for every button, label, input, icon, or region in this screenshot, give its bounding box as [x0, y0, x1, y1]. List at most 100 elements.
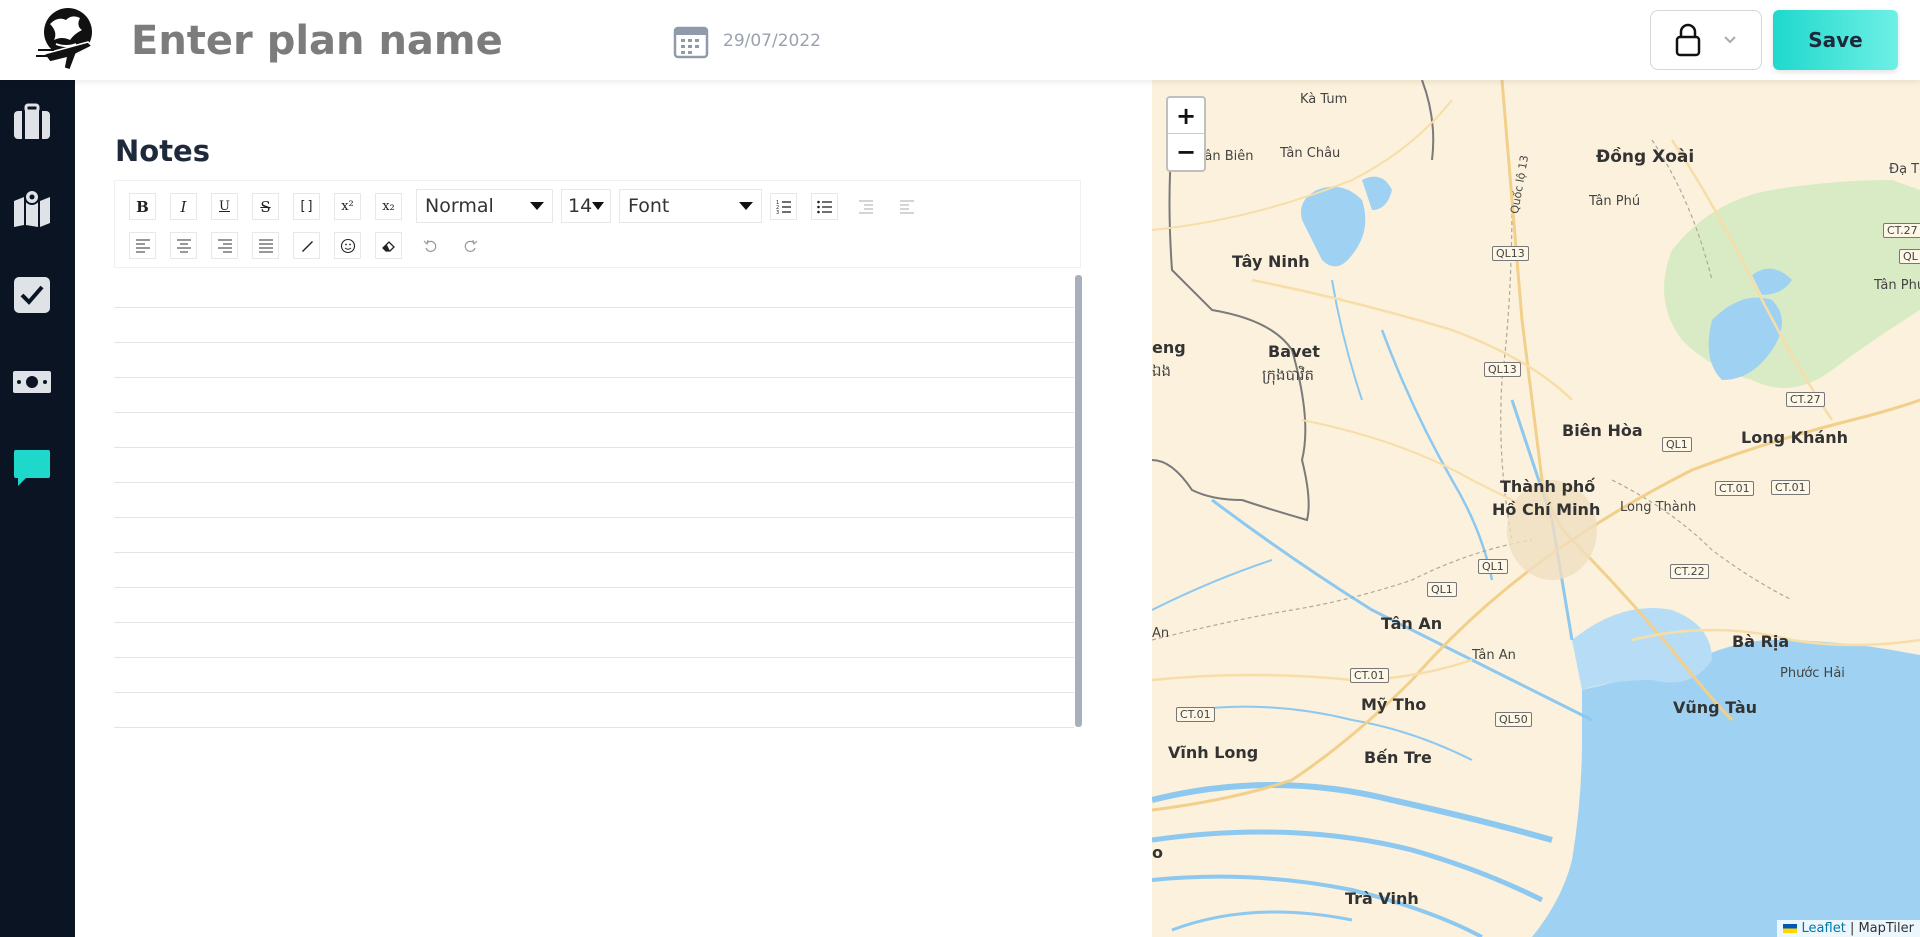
map-label: Biên Hòa [1562, 421, 1643, 440]
date-picker[interactable]: 29/07/2022 [673, 22, 821, 60]
undo-icon[interactable] [416, 232, 443, 259]
map[interactable]: + − Kà Tum Đồng Xoài Đạ Tẻ Tân Biên Tân … [1152, 80, 1920, 937]
save-button[interactable]: Save [1773, 10, 1898, 70]
privacy-dropdown[interactable] [1650, 10, 1762, 70]
map-label: Bà Rịa [1732, 632, 1790, 651]
attribution-text: | MapTiler [1849, 921, 1914, 936]
ruled-line [114, 622, 1074, 623]
editor-toolbar: B I U S [] x² x₂ Normal 14 Font 123 [114, 180, 1081, 268]
emoji-icon[interactable] [334, 232, 361, 259]
ruled-line [114, 377, 1074, 378]
sidebar-item-notes[interactable] [10, 446, 54, 490]
heading-select-value: Normal [425, 195, 494, 217]
svg-text:3: 3 [776, 210, 779, 214]
map-label: Tây Ninh [1232, 252, 1310, 271]
underline-icon[interactable]: U [211, 193, 238, 220]
code-icon[interactable]: [] [293, 193, 320, 220]
caret-down-icon [592, 202, 605, 210]
align-left-icon[interactable] [129, 232, 156, 259]
ruled-line [114, 447, 1074, 448]
sidebar-item-checklist[interactable] [10, 273, 54, 317]
map-label: Vũng Tàu [1673, 698, 1758, 717]
map-label: Tân An [1381, 614, 1443, 633]
map-label: Long Thành [1620, 500, 1697, 515]
sidebar [0, 80, 75, 937]
map-label: Đạ Tẻ [1889, 162, 1920, 177]
flag-icon [1783, 924, 1798, 933]
road-sign: CT.01 [1715, 481, 1754, 496]
map-label: ឯង [1152, 362, 1172, 380]
font-size-select[interactable]: 14 [561, 189, 611, 223]
ruled-line [114, 342, 1074, 343]
road-sign: CT.27 [1883, 223, 1920, 238]
notes-editor[interactable] [114, 273, 1081, 729]
map-label: Kà Tum [1300, 92, 1348, 107]
ruled-line [114, 412, 1074, 413]
map-label: o [1152, 843, 1163, 862]
map-label: An [1152, 626, 1170, 641]
unordered-list-icon[interactable] [811, 193, 838, 220]
strikethrough-icon[interactable]: S [252, 193, 279, 220]
map-attribution: Leaflet | MapTiler [1777, 920, 1920, 937]
align-center-icon[interactable] [170, 232, 197, 259]
lock-icon [1675, 23, 1701, 57]
checklist-icon [14, 277, 50, 313]
map-label: Bến Tre [1364, 748, 1432, 767]
outdent-icon[interactable] [852, 193, 879, 220]
bold-icon[interactable]: B [129, 193, 156, 220]
road-sign: QL [1899, 249, 1920, 264]
road-sign: QL13 [1492, 246, 1529, 261]
leaflet-link[interactable]: Leaflet [1802, 921, 1846, 936]
sidebar-item-budget[interactable] [10, 360, 54, 404]
caret-down-icon [739, 202, 753, 210]
redo-icon[interactable] [457, 232, 484, 259]
eraser-icon[interactable] [375, 232, 402, 259]
map-label: eng [1152, 338, 1186, 357]
top-bar: 29/07/2022 Save [0, 0, 1920, 80]
font-family-select-value: Font [628, 195, 670, 217]
globe-airplane-icon [36, 8, 94, 71]
plan-date: 29/07/2022 [723, 31, 821, 51]
road-sign: QL1 [1662, 437, 1692, 452]
ruled-line [114, 587, 1074, 588]
ruled-line [114, 517, 1074, 518]
italic-icon[interactable]: I [170, 193, 197, 220]
app-logo[interactable] [36, 4, 98, 74]
indent-icon[interactable] [893, 193, 920, 220]
sidebar-item-itinerary[interactable] [10, 100, 54, 144]
text-color-icon[interactable] [293, 232, 320, 259]
map-label: Vĩnh Long [1168, 743, 1259, 762]
ruled-line [114, 692, 1074, 693]
road-sign: QL50 [1495, 712, 1532, 727]
map-label: Đồng Xoài [1596, 147, 1695, 167]
plan-name-input[interactable] [131, 16, 631, 66]
align-justify-icon[interactable] [252, 232, 279, 259]
sidebar-item-map[interactable] [10, 186, 54, 230]
font-family-select[interactable]: Font [619, 189, 762, 223]
chat-icon [14, 450, 50, 486]
heading-select[interactable]: Normal [416, 189, 553, 223]
align-right-icon[interactable] [211, 232, 238, 259]
ruled-line [114, 657, 1074, 658]
ruled-line [114, 307, 1074, 308]
calendar-icon [673, 26, 709, 59]
map-label: Thành phố [1500, 477, 1596, 496]
map-label: Trà Vinh [1345, 889, 1419, 908]
caret-down-icon [530, 202, 544, 210]
superscript-icon[interactable]: x² [334, 193, 361, 220]
editor-scrollbar[interactable] [1075, 275, 1082, 727]
font-size-select-value: 14 [568, 195, 593, 217]
road-sign: QL1 [1478, 559, 1508, 574]
ordered-list-icon[interactable]: 123 [770, 193, 797, 220]
zoom-in-button[interactable]: + [1168, 98, 1204, 134]
map-label: Phước Hải [1780, 666, 1845, 681]
road-sign: CT.22 [1670, 564, 1709, 579]
ruled-line [114, 727, 1074, 728]
map-label: Tân Châu [1280, 146, 1341, 161]
zoom-out-button[interactable]: − [1168, 134, 1204, 170]
map-label: Tân Biên [1198, 149, 1254, 164]
ruled-line [114, 482, 1074, 483]
road-sign: CT.01 [1350, 668, 1389, 683]
subscript-icon[interactable]: x₂ [375, 193, 402, 220]
map-label: Tân Phú [1874, 278, 1920, 293]
